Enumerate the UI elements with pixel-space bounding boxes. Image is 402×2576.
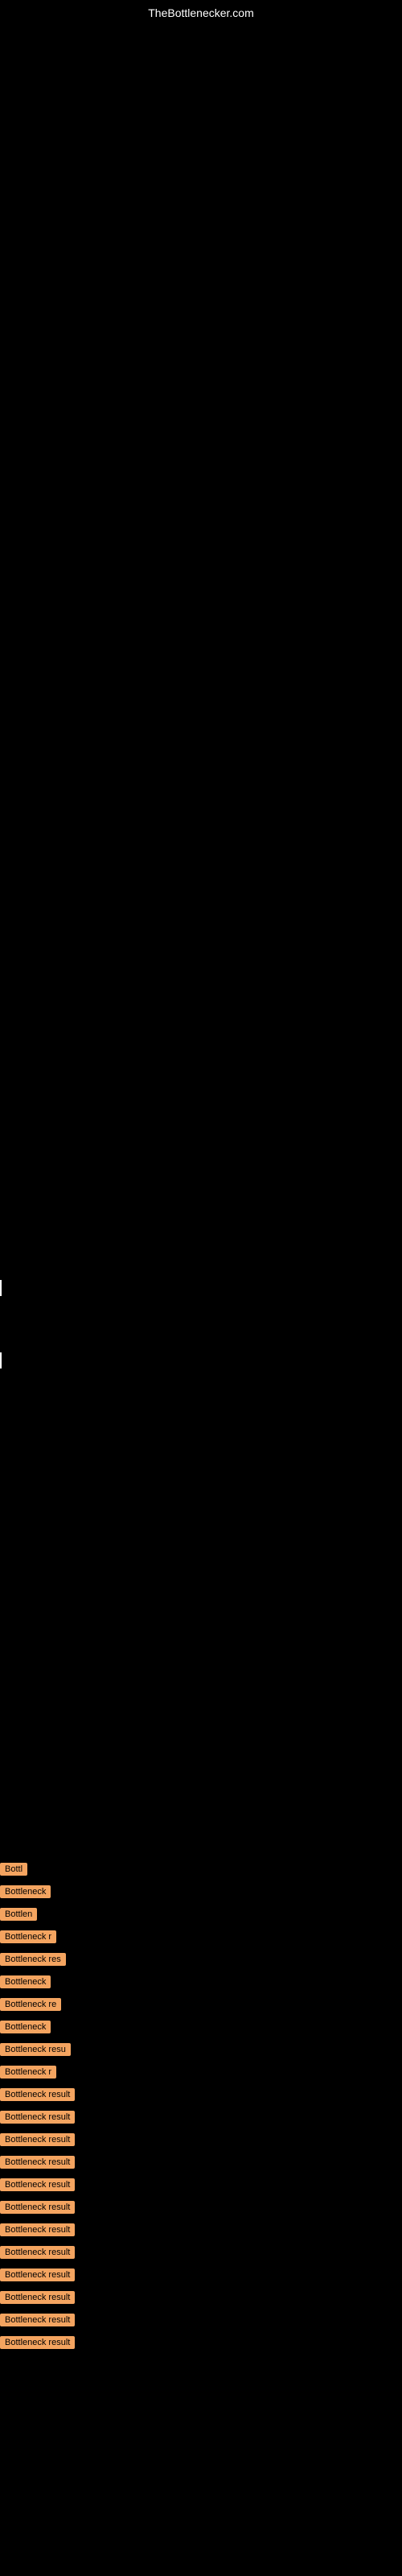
list-item[interactable]: Bottleneck result bbox=[0, 2198, 402, 2215]
bottleneck-badge[interactable]: Bottleneck result bbox=[0, 2088, 75, 2101]
list-item[interactable]: Bottleneck result bbox=[0, 2130, 402, 2148]
bottleneck-badge[interactable]: Bottleneck result bbox=[0, 2268, 75, 2281]
bottleneck-items-container: Bottl Bottleneck Bottlen Bottleneck r Bottle… bbox=[0, 1860, 402, 2355]
bottleneck-badge[interactable]: Bottleneck r bbox=[0, 1930, 56, 1943]
list-item[interactable]: Bottleneck result bbox=[0, 2288, 402, 2306]
bottleneck-badge[interactable]: Bottleneck result bbox=[0, 2178, 75, 2191]
list-item[interactable]: Bottleneck result bbox=[0, 2310, 402, 2328]
bottleneck-badge[interactable]: Bottleneck result bbox=[0, 2133, 75, 2146]
list-item[interactable]: Bottleneck result bbox=[0, 2265, 402, 2283]
list-item[interactable]: Bottleneck result bbox=[0, 2085, 402, 2103]
bottleneck-badge[interactable]: Bottlen bbox=[0, 1908, 37, 1921]
cursor-line-2 bbox=[0, 1352, 2, 1368]
list-item[interactable]: Bottlen bbox=[0, 1905, 402, 1922]
bottleneck-badge[interactable]: Bottleneck result bbox=[0, 2223, 75, 2236]
bottleneck-badge[interactable]: Bottleneck re bbox=[0, 1998, 61, 2011]
bottleneck-badge[interactable]: Bottleneck result bbox=[0, 2156, 75, 2169]
list-item[interactable]: Bottleneck result bbox=[0, 2333, 402, 2351]
list-item[interactable]: Bottleneck resu bbox=[0, 2040, 402, 2058]
list-item[interactable]: Bottleneck result bbox=[0, 2153, 402, 2170]
bottleneck-badge[interactable]: Bottleneck result bbox=[0, 2111, 75, 2124]
list-item[interactable]: Bottleneck result bbox=[0, 2220, 402, 2238]
list-item[interactable]: Bottleneck result bbox=[0, 2175, 402, 2193]
list-item[interactable]: Bottleneck bbox=[0, 1882, 402, 1900]
list-item[interactable]: Bottleneck result bbox=[0, 2243, 402, 2260]
bottleneck-badge[interactable]: Bottleneck bbox=[0, 2021, 51, 2033]
bottleneck-badge[interactable]: Bottleneck bbox=[0, 1885, 51, 1898]
list-item[interactable]: Bottleneck bbox=[0, 1972, 402, 1990]
list-item[interactable]: Bottleneck r bbox=[0, 1927, 402, 1945]
bottleneck-badge[interactable]: Bottleneck r bbox=[0, 2066, 56, 2079]
bottleneck-badge[interactable]: Bottleneck result bbox=[0, 2246, 75, 2259]
bottleneck-badge[interactable]: Bottleneck res bbox=[0, 1953, 66, 1966]
list-item[interactable]: Bottleneck bbox=[0, 2017, 402, 2035]
bottleneck-badge[interactable]: Bottl bbox=[0, 1863, 27, 1876]
bottleneck-badge[interactable]: Bottleneck result bbox=[0, 2291, 75, 2304]
bottleneck-badge[interactable]: Bottleneck result bbox=[0, 2314, 75, 2326]
bottleneck-badge[interactable]: Bottleneck result bbox=[0, 2336, 75, 2349]
bottleneck-badge[interactable]: Bottleneck result bbox=[0, 2201, 75, 2214]
list-item[interactable]: Bottleneck result bbox=[0, 2107, 402, 2125]
list-item[interactable]: Bottleneck res bbox=[0, 1950, 402, 1967]
bottleneck-badge[interactable]: Bottleneck resu bbox=[0, 2043, 71, 2056]
cursor-line-1 bbox=[0, 1280, 2, 1296]
bottleneck-badge[interactable]: Bottleneck bbox=[0, 1975, 51, 1988]
list-item[interactable]: Bottl bbox=[0, 1860, 402, 1877]
list-item[interactable]: Bottleneck re bbox=[0, 1995, 402, 2013]
list-item[interactable]: Bottleneck r bbox=[0, 2062, 402, 2080]
site-title: TheBottlenecker.com bbox=[148, 6, 254, 19]
